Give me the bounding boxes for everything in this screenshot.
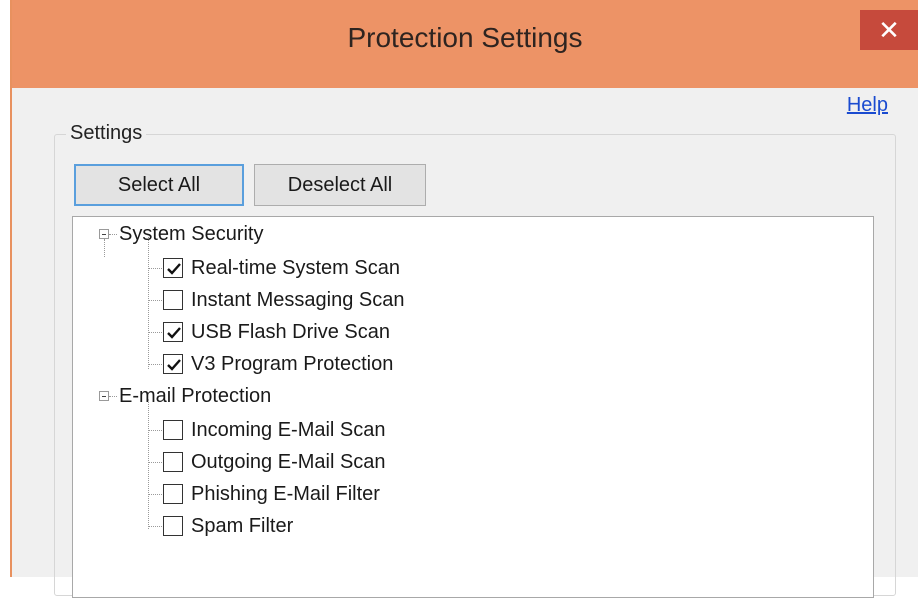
tree-item-label[interactable]: Instant Messaging Scan <box>191 288 404 312</box>
tree-connector <box>109 234 117 235</box>
check-icon <box>167 263 181 275</box>
tree-connector <box>148 494 164 495</box>
tree-group-email-protection[interactable]: E-mail Protection <box>119 384 271 408</box>
tree-connector <box>148 268 164 269</box>
tree-connector <box>148 399 149 529</box>
tree-connector <box>148 237 149 369</box>
check-icon <box>167 359 181 371</box>
tree-item-label[interactable]: Incoming E-Mail Scan <box>191 418 386 442</box>
tree-item-label[interactable]: Spam Filter <box>191 514 293 538</box>
deselect-all-button[interactable]: Deselect All <box>254 164 426 206</box>
tree-item-label[interactable]: Outgoing E-Mail Scan <box>191 450 386 474</box>
window-title: Protection Settings <box>347 22 583 53</box>
tree-item-label[interactable]: Real-time System Scan <box>191 256 400 280</box>
collapse-icon[interactable] <box>99 229 109 239</box>
checkbox-usb-flash-drive-scan[interactable] <box>163 322 183 342</box>
close-button[interactable]: ✕ <box>860 10 918 50</box>
help-link[interactable]: Help <box>847 94 888 117</box>
tree-connector <box>148 300 164 301</box>
title-bar[interactable]: Protection Settings ✕ <box>12 0 918 88</box>
tree-connector <box>148 332 164 333</box>
close-icon: ✕ <box>878 15 900 45</box>
checkbox-instant-messaging-scan[interactable] <box>163 290 183 310</box>
checkbox-phishing-email-filter[interactable] <box>163 484 183 504</box>
checkbox-v3-program-protection[interactable] <box>163 354 183 374</box>
tree-connector <box>148 526 164 527</box>
select-all-button[interactable]: Select All <box>74 164 244 206</box>
checkbox-outgoing-email-scan[interactable] <box>163 452 183 472</box>
tree-connector <box>109 396 117 397</box>
checkbox-incoming-email-scan[interactable] <box>163 420 183 440</box>
tree-connector <box>148 462 164 463</box>
tree-group-system-security[interactable]: System Security <box>119 222 263 246</box>
check-icon <box>167 327 181 339</box>
tree-connector <box>148 430 164 431</box>
tree-connector <box>104 239 105 257</box>
settings-group-label: Settings <box>66 122 147 145</box>
collapse-icon[interactable] <box>99 391 109 401</box>
tree-item-label[interactable]: V3 Program Protection <box>191 352 393 376</box>
dialog-body: Help Settings Select All Deselect All Sy… <box>12 88 918 598</box>
protection-settings-window: Protection Settings ✕ Help Settings Sele… <box>10 0 918 598</box>
settings-tree: System Security Real-time System Scan In… <box>72 216 874 598</box>
tree-item-label[interactable]: USB Flash Drive Scan <box>191 320 390 344</box>
tree-connector <box>148 364 164 365</box>
checkbox-spam-filter[interactable] <box>163 516 183 536</box>
tree-item-label[interactable]: Phishing E-Mail Filter <box>191 482 380 506</box>
checkbox-realtime-system-scan[interactable] <box>163 258 183 278</box>
